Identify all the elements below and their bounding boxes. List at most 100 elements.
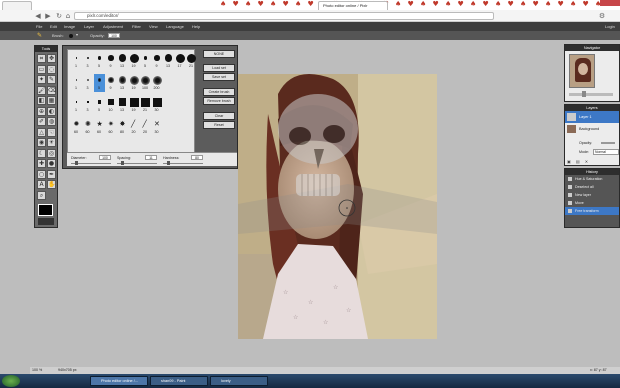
forward-icon[interactable]: ▶ [44,12,52,20]
brush-preset[interactable]: 3 [83,74,94,92]
brush-preset[interactable]: 9 [106,74,117,92]
brush-preset[interactable]: 9 [152,52,163,70]
move-icon[interactable]: ✥ [47,54,56,63]
brush-preset[interactable]: 21 [140,96,151,114]
history-item[interactable]: Move [565,199,619,207]
clear-button[interactable]: Clear [203,112,235,120]
taskbar-item-browser[interactable]: Photo editor online /... [90,376,148,386]
brush-preset[interactable]: 21 [186,52,197,70]
burn-icon[interactable]: ☾ [37,148,46,158]
brush-preset[interactable]: ★ 60 [94,118,105,136]
gradient-icon[interactable]: ▦ [47,96,56,105]
brush-preset[interactable]: ✹ 60 [71,118,82,136]
slider-thumb[interactable] [121,161,124,165]
layer-item-background[interactable]: Background [565,123,619,135]
brush-preview[interactable] [69,34,73,38]
brush-preset[interactable]: 5 [94,52,105,70]
menu-edit[interactable]: Edit [50,22,57,31]
brush-preset[interactable]: 30 [152,96,163,114]
brush-icon[interactable]: 🖌 [37,85,46,95]
smudge-icon[interactable]: ☜ [47,127,56,137]
lasso-icon[interactable]: ◌ [47,64,56,74]
brush-preset[interactable]: 17 [175,52,186,70]
sponge-icon[interactable]: ◉ [37,138,46,147]
menu-image[interactable]: Image [64,22,75,31]
color-replace-icon[interactable]: ◐ [47,106,56,116]
brush-preset[interactable]: 3 [83,52,94,70]
brush-preset[interactable]: 1 [71,74,82,92]
brush-preset[interactable]: 1 [71,96,82,114]
brush-preset[interactable]: ✷ 60 [106,118,117,136]
menu-view[interactable]: View [149,22,158,31]
menu-filter[interactable]: Filter [132,22,141,31]
hand-icon[interactable]: ✋ [47,180,56,189]
load-set-button[interactable]: Load set [203,64,235,72]
menu-adjustment[interactable]: Adjustment [103,22,123,31]
bloat-icon[interactable]: ● [47,159,56,168]
bucket-icon[interactable]: ◧ [37,96,46,105]
brush-preset[interactable]: 10 [106,96,117,114]
brush-preset[interactable]: 19 [129,96,140,114]
refresh-icon[interactable]: ↻ [55,12,63,20]
home-icon[interactable]: ⌂ [64,12,72,20]
menu-layer[interactable]: Layer [84,22,94,31]
picker-icon[interactable]: ✒ [47,169,56,179]
brush-preset[interactable]: 100 [140,74,151,92]
wand-icon[interactable]: ✦ [37,75,46,84]
reset-button[interactable]: Reset [203,121,235,129]
menu-file[interactable]: File [36,22,42,31]
brush-preset[interactable]: 5 [94,74,105,92]
layer-actions[interactable]: ▣ ▤ ✕ [567,159,619,165]
foreground-color-swatch[interactable] [38,204,53,216]
browser-tab-pixlr[interactable]: Photo editor online / Pixlr [318,1,388,10]
eraser-icon[interactable]: ⌫ [47,85,56,95]
wrench-icon[interactable]: ⚙ [598,12,606,20]
crop-icon[interactable]: ⌗ [37,54,46,63]
brush-preset[interactable]: ✺ 60 [83,118,94,136]
dodge-icon[interactable]: ☀ [47,138,56,147]
text-icon[interactable]: A [37,180,46,189]
brush-preset[interactable]: ╱ 20 [140,118,151,136]
brush-preset[interactable]: ✕ 30 [152,118,163,136]
back-icon[interactable]: ◀ [34,12,42,20]
history-item[interactable]: Deselect all [565,183,619,191]
blend-mode-select[interactable]: Normal [593,149,619,155]
save-set-button[interactable]: Save set [203,73,235,81]
taskbar-item-folder[interactable]: lovely [210,376,268,386]
brush-preset[interactable]: 9 [106,52,117,70]
brush-preset[interactable]: 13 [163,52,174,70]
brush-preset[interactable]: 13 [117,74,128,92]
brush-preset[interactable]: ✸ 80 [117,118,128,136]
pencil-icon[interactable]: ✎ [47,75,56,84]
blur-icon[interactable]: ◍ [47,117,56,126]
brush-preset[interactable]: 5 [94,96,105,114]
opacity-input[interactable]: 100 [108,33,120,38]
url-field[interactable]: pixlr.com/editor/ [74,12,494,20]
spot-heal-icon[interactable]: ✚ [37,159,46,168]
drawing-icon[interactable]: ✐ [37,117,46,126]
history-item[interactable]: New layer [565,191,619,199]
zoom-icon[interactable]: ⌕ [37,190,46,200]
layer-opacity-slider[interactable] [601,142,615,144]
pinch-icon[interactable]: ○ [37,169,46,179]
brush-preset[interactable]: 13 [117,96,128,114]
brush-preset[interactable]: 19 [129,52,140,70]
start-orb-icon[interactable] [2,375,20,387]
history-item[interactable]: Hue & Saturation [565,175,619,183]
chevron-down-icon[interactable]: ▾ [76,33,80,37]
none-button[interactable]: NONE [203,50,235,58]
view-modes[interactable] [38,218,54,225]
slider-thumb[interactable] [75,161,78,165]
image-canvas[interactable]: ☆ ☆ ☆ ☆ ☆ ☆ [238,74,437,339]
create-brush-button[interactable]: Create brush [203,88,235,96]
brush-preset[interactable]: 5 [140,52,151,70]
brush-preset[interactable]: 1 [71,52,82,70]
window-close-icon[interactable] [600,0,620,6]
menu-help[interactable]: Help [192,22,200,31]
brush-preset[interactable]: 3 [83,96,94,114]
slider-value-input[interactable]: 100 [99,155,111,160]
slider-thumb[interactable] [167,161,170,165]
brush-preset[interactable]: 19 [129,74,140,92]
slider-value-input[interactable]: 11 [145,155,157,160]
navigator-thumbnail[interactable] [569,54,595,88]
